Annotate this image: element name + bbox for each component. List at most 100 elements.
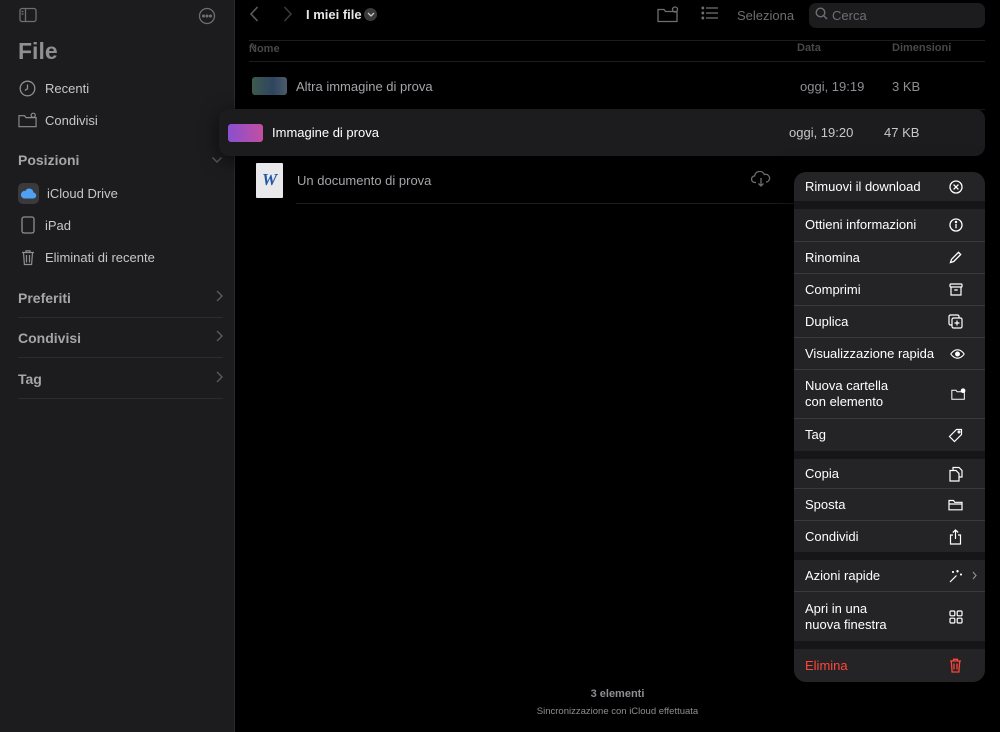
column-name[interactable]: Nome ^	[249, 42, 280, 55]
sidebar-section-tag[interactable]: Tag	[18, 359, 223, 399]
menu-item-delete[interactable]: Elimina	[794, 649, 985, 682]
menu-item-label: Tag	[805, 427, 826, 442]
context-menu: Rimuovi il download Ottieni informazioni…	[794, 172, 985, 682]
icloud-icon	[18, 182, 39, 204]
sparkles-icon	[948, 568, 963, 583]
sidebar-item-icloud-drive[interactable]: iCloud Drive	[18, 180, 223, 206]
chevron-right-icon	[216, 290, 223, 305]
more-options-icon[interactable]	[198, 7, 216, 25]
menu-item-label: Elimina	[805, 657, 848, 673]
image-thumbnail	[228, 123, 263, 142]
duplicate-icon	[948, 314, 963, 329]
toolbar: I miei file Seleziona	[235, 0, 1000, 32]
shared-folder-icon	[18, 111, 37, 130]
sidebar-toggle-icon[interactable]	[19, 7, 37, 25]
menu-item-label: Ottieni informazioni	[805, 217, 917, 232]
section-label: Tag	[18, 370, 42, 387]
file-name: Immagine di prova	[272, 125, 379, 140]
word-document-icon: W	[256, 162, 283, 198]
menu-item-label: Condividi	[805, 528, 859, 544]
select-button[interactable]: Seleziona	[737, 8, 794, 23]
menu-item-rename[interactable]: Rinomina	[794, 242, 985, 274]
back-icon[interactable]	[249, 6, 259, 27]
share-icon	[948, 528, 963, 545]
sidebar-item-label: Condivisi	[45, 112, 98, 128]
tag-icon	[948, 428, 963, 443]
sidebar-item-condivisi[interactable]: Condivisi	[18, 107, 223, 133]
menu-item-label: Copia	[805, 465, 839, 481]
x-circle-icon	[948, 179, 963, 194]
menu-item-label: Apri in una nuova finestra	[805, 600, 887, 632]
search-icon	[815, 6, 832, 25]
folder-badge-icon	[951, 387, 966, 402]
menu-item-duplicate[interactable]: Duplica	[794, 306, 985, 338]
menu-item-label: Rinomina	[805, 249, 860, 265]
file-row[interactable]: Altra immagine di prova oggi, 19:19 3 KB	[252, 63, 985, 109]
menu-item-label: Comprimi	[805, 281, 861, 297]
sidebar-item-eliminati[interactable]: Eliminati di recente	[18, 244, 223, 270]
eye-icon	[950, 346, 965, 361]
sidebar-item-label: iPad	[45, 217, 72, 233]
menu-item-label: Azioni rapide	[805, 567, 881, 583]
trash-icon	[948, 658, 963, 673]
row-divider	[296, 203, 794, 204]
search-field[interactable]	[809, 3, 985, 28]
new-folder-icon[interactable]	[657, 6, 679, 24]
forward-icon[interactable]	[283, 6, 293, 27]
sidebar-item-recenti[interactable]: Recenti	[18, 75, 223, 101]
positions-header[interactable]: Posizioni	[18, 151, 223, 169]
grid-icon	[948, 609, 963, 624]
cloud-download-icon[interactable]	[750, 170, 771, 190]
archive-icon	[948, 282, 963, 297]
column-date[interactable]: Data	[797, 42, 821, 54]
menu-item-remove-download[interactable]: Rimuovi il download	[794, 172, 985, 209]
title-menu-chevron-icon[interactable]	[364, 8, 377, 21]
menu-item-label: Nuova cartella con elemento	[805, 378, 889, 409]
menu-item-quick-look[interactable]: Visualizzazione rapida	[794, 338, 985, 370]
folder-title[interactable]: I miei file	[306, 7, 362, 22]
sidebar-title: File	[18, 38, 58, 64]
menu-item-share[interactable]: Condividi	[794, 521, 985, 560]
item-count: 3 elementi	[590, 688, 645, 700]
chevron-down-icon	[211, 151, 223, 169]
sidebar-item-ipad[interactable]: iPad	[18, 212, 223, 238]
section-label: Preferiti	[18, 289, 71, 306]
file-size: 3 KB	[892, 78, 921, 94]
list-view-icon[interactable]	[701, 6, 721, 24]
file-name: Altra immagine di prova	[296, 78, 433, 94]
menu-item-move[interactable]: Sposta	[794, 489, 985, 521]
section-label: Condivisi	[18, 329, 82, 346]
column-size[interactable]: Dimensioni	[892, 42, 951, 54]
copy-icon	[948, 466, 963, 482]
sidebar-item-label: iCloud Drive	[47, 185, 118, 201]
info-icon	[948, 218, 963, 233]
chevron-right-icon	[216, 330, 223, 345]
menu-item-compress[interactable]: Comprimi	[794, 274, 985, 306]
sidebar-item-label: Eliminati di recente	[45, 249, 155, 265]
menu-item-label: Visualizzazione rapida	[805, 345, 935, 361]
menu-item-open-new-window[interactable]: Apri in una nuova finestra	[794, 592, 985, 649]
list-header: Nome ^ Data Dimensioni	[249, 40, 985, 62]
folder-icon	[948, 497, 963, 512]
chevron-right-icon	[972, 568, 977, 583]
sidebar-section-condivisi[interactable]: Condivisi	[18, 318, 223, 358]
image-thumbnail	[252, 77, 287, 95]
sidebar-section-preferiti[interactable]: Preferiti	[18, 278, 223, 318]
file-name: Un documento di prova	[297, 172, 432, 188]
sync-status: Sincronizzazione con iCloud effettuata	[536, 706, 699, 717]
menu-item-get-info[interactable]: Ottieni informazioni	[794, 209, 985, 242]
sidebar: File Recenti Condivisi Posizioni iCloud …	[0, 0, 235, 732]
menu-item-label: Duplica	[805, 313, 849, 329]
file-size: 47 KB	[884, 125, 920, 140]
menu-item-tag[interactable]: Tag	[794, 419, 985, 459]
file-date: oggi, 19:19	[800, 78, 865, 94]
menu-item-quick-actions[interactable]: Azioni rapide	[794, 560, 985, 592]
menu-item-new-folder-with-item[interactable]: Nuova cartella con elemento	[794, 370, 985, 419]
menu-item-label: Rimuovi il download	[805, 178, 921, 194]
search-input[interactable]	[832, 8, 972, 23]
trash-icon	[18, 248, 37, 267]
ipad-icon	[18, 216, 37, 235]
file-row-selected[interactable]: Immagine di prova oggi, 19:20 47 KB	[219, 109, 985, 156]
chevron-right-icon	[216, 371, 223, 386]
menu-item-copy[interactable]: Copia	[794, 459, 985, 489]
